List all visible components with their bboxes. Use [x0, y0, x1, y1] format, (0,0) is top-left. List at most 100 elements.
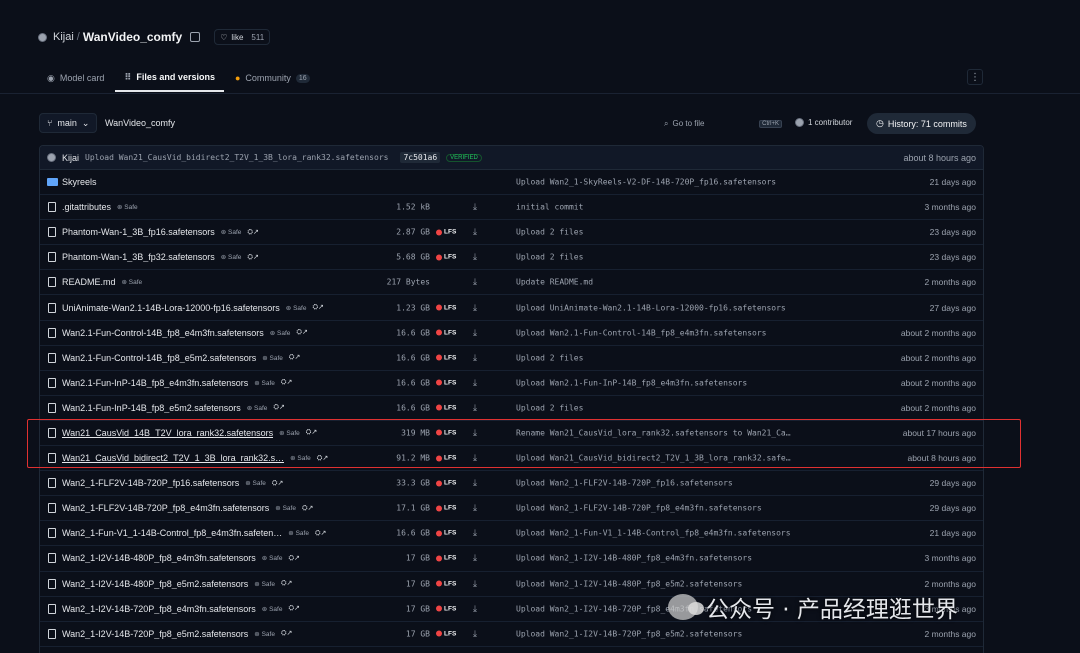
- file-commit-message[interactable]: Upload Wan2_1-I2V-14B-480P_fp8_e4m3fn.sa…: [516, 554, 752, 563]
- commit-message[interactable]: Upload Wan21_CausVid_bidirect2_T2V_1_3B_…: [85, 153, 388, 162]
- file-commit-message[interactable]: Upload Wan2.1-Fun-Control-14B_fp8_e4m3fn…: [516, 328, 766, 337]
- file-commit-message[interactable]: Upload Wan2_1-FLF2V-14B-720P_fp8_e4m3fn.…: [516, 504, 762, 513]
- download-icon[interactable]: ⤓: [473, 202, 477, 213]
- download-icon[interactable]: ⤓: [473, 578, 477, 589]
- file-icon: [48, 553, 56, 564]
- view-in-viewer-icon[interactable]: ⛭↗: [288, 554, 299, 563]
- view-in-viewer-icon[interactable]: ⛭↗: [289, 353, 300, 362]
- file-row[interactable]: .gitattributes ⊛ Safe 1.52 kB ⤓ initial comm…: [40, 195, 983, 221]
- file-commit-message[interactable]: Upload Wan2_1-FLF2V-14B-720P_fp16.safete…: [516, 479, 733, 488]
- file-name-link[interactable]: Wan2_1-FLF2V-14B-720P_fp8_e4m3fn.safeten…: [62, 503, 269, 513]
- file-row[interactable]: Phantom-Wan-1_3B_fp16.safetensors ⊛ Safe ⛭…: [40, 220, 983, 246]
- file-row[interactable]: UniAnimate-Wan2.1-14B-Lora-12000-fp16.sa…: [40, 295, 983, 321]
- file-commit-message[interactable]: Upload 2 files: [516, 253, 583, 262]
- download-icon[interactable]: ⤓: [473, 402, 477, 413]
- owner-avatar[interactable]: [38, 32, 47, 42]
- safe-badge: ⊛ Safe: [220, 254, 242, 262]
- file-name-link[interactable]: Wan2_1-Fun-V1_1-14B-Control_fp8_e4m3fn.s…: [62, 528, 282, 538]
- repo-owner-link[interactable]: Kijai: [53, 31, 74, 43]
- file-name-link[interactable]: Wan2_1-I2V-14B-720P_fp8_e5m2.safetensors: [62, 629, 248, 639]
- file-name-link[interactable]: Skyreels: [62, 177, 97, 187]
- file-row[interactable]: Skyreels Upload Wan2_1-SkyReels-V2-DF-14B…: [40, 170, 983, 196]
- file-name-link[interactable]: Wan2_1-I2V-14B-720P_fp8_e4m3fn.safetenso…: [62, 604, 256, 614]
- file-name-link[interactable]: README.md: [62, 277, 116, 287]
- file-commit-message[interactable]: initial commit: [516, 203, 583, 212]
- tab-community[interactable]: ● Community 16: [226, 64, 319, 92]
- file-name-link[interactable]: Phantom-Wan-1_3B_fp16.safetensors: [62, 227, 215, 237]
- breadcrumb[interactable]: WanVideo_comfy: [105, 118, 175, 128]
- view-in-viewer-icon[interactable]: ⛭↗: [281, 579, 292, 588]
- download-icon[interactable]: ⤓: [473, 302, 477, 313]
- file-row[interactable]: Wan2_1-I2V-14B-720P_fp8_e5m2.safetensors…: [40, 622, 983, 647]
- file-name-link[interactable]: Wan2_1-I2V-14B-480P_fp8_e5m2.safetensors: [62, 579, 248, 589]
- download-icon[interactable]: ⤓: [473, 327, 477, 338]
- file-commit-message[interactable]: Update README.md: [516, 278, 593, 287]
- download-icon[interactable]: ⤓: [473, 478, 477, 489]
- go-to-file-search[interactable]: ⌕ Go to file Ctrl+K: [664, 115, 782, 132]
- file-row[interactable]: Wan2.1-Fun-InP-14B_fp8_e4m3fn.safetensor…: [40, 371, 983, 396]
- file-name-link[interactable]: Wan2_1-I2V-14B-480P_fp8_e4m3fn.safetenso…: [62, 553, 256, 563]
- file-name-link[interactable]: Wan2.1-Fun-Control-14B_fp8_e4m3fn.safete…: [62, 328, 264, 338]
- contributors-link[interactable]: 1 contributor: [795, 118, 852, 127]
- file-row[interactable]: Phantom-Wan-1_3B_fp32.safetensors ⊛ Safe ⛭…: [40, 245, 983, 271]
- file-commit-message[interactable]: Upload Wan2_1-Fun-V1_1-14B-Control_fp8_e…: [516, 529, 791, 538]
- file-name-link[interactable]: UniAnimate-Wan2.1-14B-Lora-12000-fp16.sa…: [62, 303, 280, 313]
- view-in-viewer-icon[interactable]: ⛭↗: [281, 629, 292, 638]
- file-row[interactable]: Wan2.1-Fun-InP-14B_fp8_e5m2.safetensors ⊛…: [40, 396, 983, 421]
- download-icon[interactable]: ⤓: [473, 352, 477, 363]
- repo-name-link[interactable]: WanVideo_comfy: [83, 30, 182, 44]
- like-button[interactable]: ♡ like 511: [214, 29, 271, 45]
- download-icon[interactable]: ⤓: [473, 628, 477, 639]
- download-icon[interactable]: ⤓: [473, 603, 477, 614]
- view-in-viewer-icon[interactable]: ⛭↗: [302, 504, 313, 513]
- commit-hash[interactable]: 7c501a6: [400, 152, 441, 163]
- file-commit-message[interactable]: Upload UniAnimate-Wan2.1-14B-Lora-12000-…: [516, 303, 786, 312]
- download-icon[interactable]: ⤓: [473, 377, 477, 388]
- file-name-link[interactable]: .gitattributes: [62, 202, 111, 212]
- view-in-viewer-icon[interactable]: ⛭↗: [247, 228, 258, 237]
- branch-selector[interactable]: ⑂ main ⌄: [39, 113, 98, 133]
- file-row[interactable]: Wan2_1-I2V-14B-480P_fp8_e4m3fn.safetenso…: [40, 546, 983, 572]
- file-commit-message[interactable]: Upload 2 files: [516, 403, 583, 412]
- history-button[interactable]: ◷ History: 71 commits: [867, 113, 976, 134]
- view-in-viewer-icon[interactable]: ⛭↗: [288, 604, 299, 613]
- copy-icon[interactable]: [190, 32, 201, 42]
- file-name-link[interactable]: Wan2.1-Fun-InP-14B_fp8_e4m3fn.safetensor…: [62, 378, 248, 388]
- download-icon[interactable]: ⤓: [473, 528, 477, 539]
- view-in-viewer-icon[interactable]: ⛭↗: [281, 378, 292, 387]
- file-row[interactable]: Wan2_1-FLF2V-14B-720P_fp8_e4m3fn.safeten…: [40, 496, 983, 522]
- file-commit-message[interactable]: Upload 2 files: [516, 353, 583, 362]
- file-row[interactable]: Wan2.1-Fun-Control-14B_fp8_e4m3fn.safete…: [40, 321, 983, 346]
- file-name-link[interactable]: Wan2_1-FLF2V-14B-720P_fp16.safetensors: [62, 478, 239, 488]
- safe-badge: ⊛ Safe: [254, 630, 275, 638]
- file-commit-message[interactable]: Upload Wan2_1-SkyReels-V2-DF-14B-720P_fp…: [516, 178, 776, 187]
- file-row[interactable]: README.md ⊛ Safe 217 Bytes ⤓ Update README.m…: [40, 270, 983, 296]
- file-row[interactable]: Wan2_1-FLF2V-14B-720P_fp16.safetensors ⊛ …: [40, 471, 983, 497]
- view-in-viewer-icon[interactable]: ⛭↗: [247, 253, 258, 262]
- file-name-link[interactable]: Wan2.1-Fun-InP-14B_fp8_e5m2.safetensors: [62, 403, 241, 413]
- file-name-link[interactable]: Wan2.1-Fun-Control-14B_fp8_e5m2.safetens…: [62, 353, 256, 363]
- download-icon[interactable]: ⤓: [473, 503, 477, 514]
- file-commit-message[interactable]: Upload Wan2_1-I2V-14B-480P_fp8_e5m2.safe…: [516, 579, 742, 588]
- file-commit-message[interactable]: Upload Wan2_1-I2V-14B-720P_fp8_e5m2.safe…: [516, 629, 742, 638]
- more-options-button[interactable]: ⋮: [967, 69, 983, 85]
- tab-model-card[interactable]: ◉ Model card: [38, 64, 113, 92]
- download-icon[interactable]: ⤓: [473, 553, 477, 564]
- tab-files-and-versions[interactable]: ⠿ Files and versions: [115, 64, 224, 92]
- download-icon[interactable]: ⤓: [473, 252, 477, 263]
- commit-author[interactable]: Kijai: [62, 153, 79, 163]
- view-in-viewer-icon[interactable]: ⛭↗: [272, 479, 283, 488]
- file-commit-message[interactable]: Upload 2 files: [516, 228, 583, 237]
- contributor-avatar: [795, 118, 804, 127]
- file-commit-time: about 2 months ago: [900, 402, 976, 413]
- download-icon[interactable]: ⤓: [473, 277, 477, 288]
- file-row[interactable]: Wan2.1-Fun-Control-14B_fp8_e5m2.safetens…: [40, 346, 983, 371]
- view-in-viewer-icon[interactable]: ⛭↗: [312, 303, 323, 312]
- view-in-viewer-icon[interactable]: ⛭↗: [315, 529, 326, 538]
- file-name-link[interactable]: Phantom-Wan-1_3B_fp32.safetensors: [62, 252, 215, 262]
- file-commit-message[interactable]: Upload Wan2.1-Fun-InP-14B_fp8_e4m3fn.saf…: [516, 378, 747, 387]
- download-icon[interactable]: ⤓: [473, 227, 477, 238]
- view-in-viewer-icon[interactable]: ⛭↗: [296, 328, 307, 337]
- file-row[interactable]: Wan2_1-Fun-V1_1-14B-Control_fp8_e4m3fn.s…: [40, 521, 983, 547]
- view-in-viewer-icon[interactable]: ⛭↗: [273, 403, 284, 412]
